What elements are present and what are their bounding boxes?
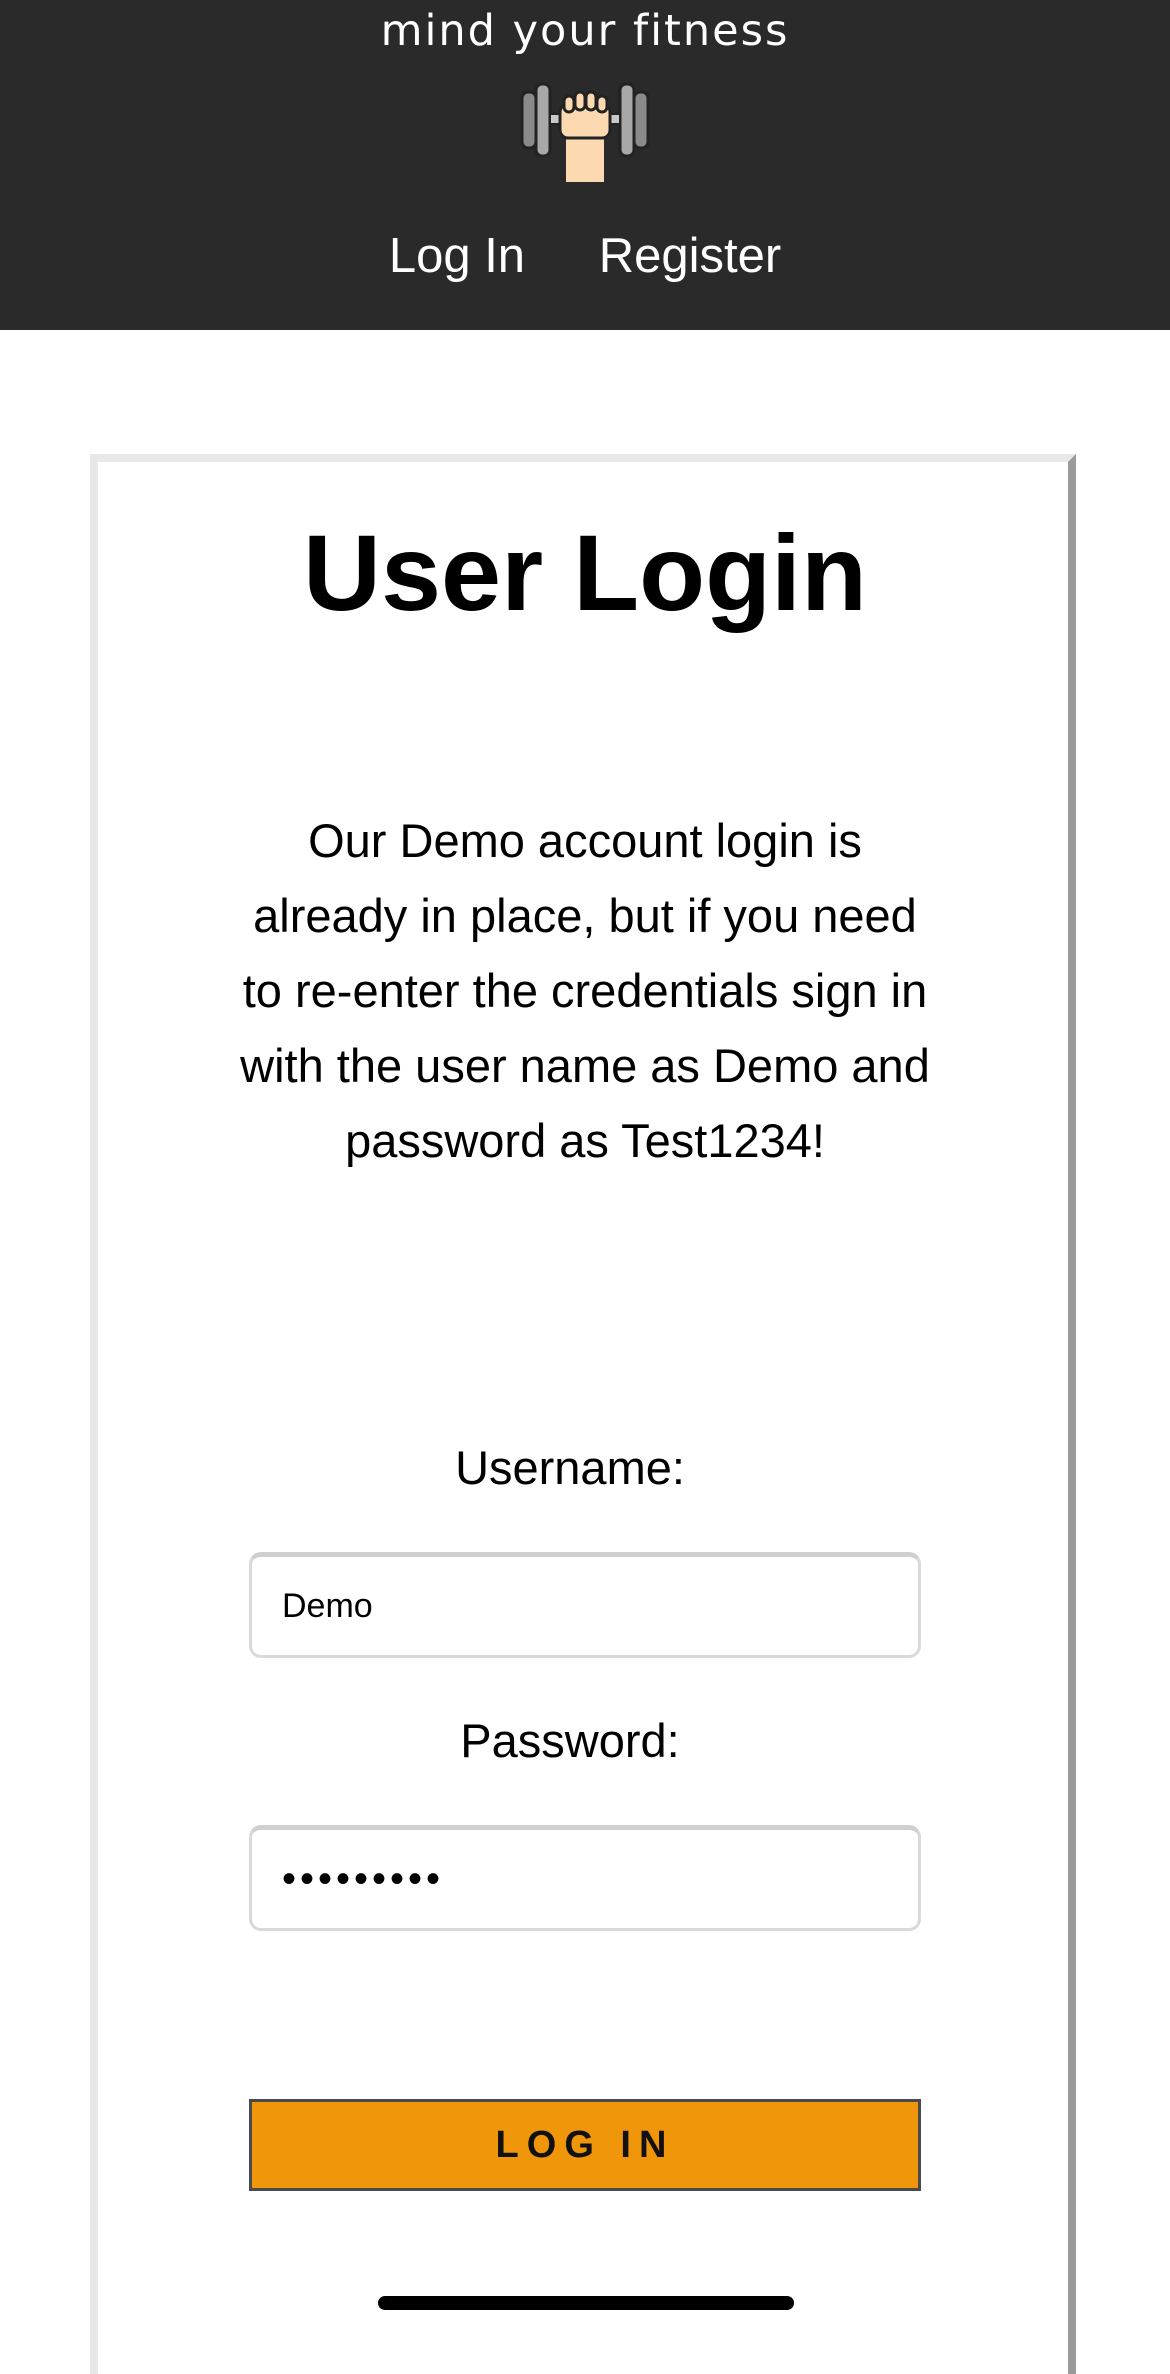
main-nav: Log In Register bbox=[0, 228, 1170, 284]
password-input[interactable] bbox=[249, 1825, 921, 1931]
password-label: Password: bbox=[460, 1714, 680, 1767]
login-button[interactable]: LOG IN bbox=[249, 2099, 921, 2191]
dumbbell-fist-icon bbox=[520, 82, 650, 182]
nav-register-link[interactable]: Register bbox=[599, 228, 781, 284]
login-card bbox=[90, 454, 1076, 2374]
brand-name: mind your fitness bbox=[380, 6, 790, 56]
site-header: mind your fitness Log In Register bbox=[0, 0, 1170, 330]
demo-account-notice: Our Demo account login is already in pla… bbox=[240, 814, 930, 1167]
username-label: Username: bbox=[455, 1441, 685, 1494]
page-title: User Login bbox=[302, 512, 868, 633]
nav-login-link[interactable]: Log In bbox=[389, 228, 525, 284]
username-input[interactable] bbox=[249, 1552, 921, 1658]
home-indicator bbox=[378, 2296, 794, 2310]
